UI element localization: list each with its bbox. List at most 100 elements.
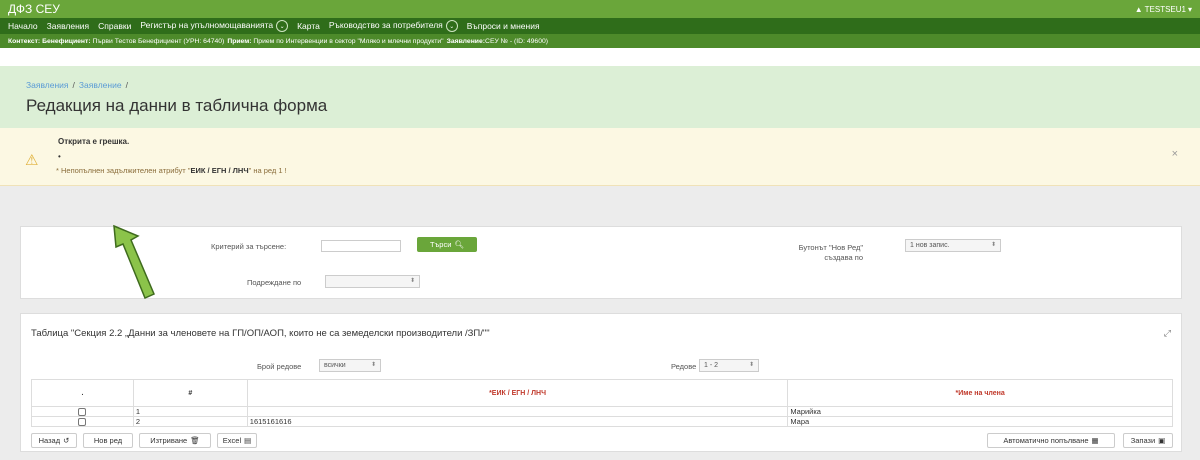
row-checkbox[interactable] bbox=[78, 418, 87, 427]
alert-bullet: • bbox=[58, 152, 61, 161]
alert-message-prefix: * Непопълнен задължителен атрибут " bbox=[56, 166, 191, 175]
nav-item-authorizations[interactable]: Регистър на упълномощаванията ⌄ bbox=[140, 19, 289, 33]
autofill-button-label: Автоматично попълване bbox=[1003, 436, 1089, 445]
beneficiary-label: Бенефициент: bbox=[42, 37, 91, 45]
delete-button[interactable]: Изтриване 🗑︎ bbox=[139, 433, 211, 448]
keyboard-icon: ▦ bbox=[1091, 436, 1099, 445]
nav-item-home[interactable]: Начало bbox=[8, 21, 38, 31]
table-header-row: . # *ЕИК / ЕГН / ЛНЧ *Име на члена bbox=[31, 379, 1173, 407]
page-header: Заявления / Заявление / Редакция на данн… bbox=[0, 66, 1200, 128]
rows-count-select[interactable]: всички ⬍ bbox=[319, 359, 381, 372]
new-row-button[interactable]: Нов ред bbox=[83, 433, 133, 448]
context-bar: Контекст: Бенефициент: Първи Тестов Бене… bbox=[0, 34, 1200, 48]
caret-icon: ⬍ bbox=[990, 242, 996, 248]
row-number: 2 bbox=[132, 416, 248, 428]
nav-item-reports[interactable]: Справки bbox=[98, 21, 131, 31]
column-select: . bbox=[31, 379, 134, 407]
row-name-cell[interactable]: Мара bbox=[787, 416, 1173, 428]
rows-count-value: всички bbox=[324, 362, 346, 369]
close-icon[interactable]: × bbox=[1172, 148, 1178, 160]
breadcrumb-separator: / bbox=[72, 80, 75, 90]
delete-button-label: Изтриване bbox=[150, 436, 188, 445]
user-name: TESTSEU1 bbox=[1144, 4, 1186, 14]
search-icon: 🔍︎ bbox=[454, 240, 464, 249]
back-button-label: Назад bbox=[38, 436, 61, 445]
row-select-cell bbox=[31, 416, 134, 428]
intake-label: Прием: bbox=[227, 37, 252, 45]
chevron-down-icon[interactable]: ⌄ bbox=[276, 20, 289, 33]
chevron-down-icon[interactable]: ⌄ bbox=[445, 20, 458, 33]
error-alert: ⚠ Открита е грешка. • * Непопълнен задъл… bbox=[0, 128, 1200, 186]
page-title: Редакция на данни в таблична форма bbox=[26, 96, 328, 115]
search-button-label: Търси bbox=[430, 240, 452, 249]
table-row: 1 Марийка bbox=[31, 405, 1173, 418]
search-input[interactable] bbox=[321, 240, 401, 252]
caret-icon: ⬍ bbox=[748, 362, 754, 368]
new-row-button-label: Нов ред bbox=[93, 436, 123, 445]
user-menu[interactable]: ▲ TESTSEU1 ▾ bbox=[1135, 5, 1192, 14]
breadcrumb-applications[interactable]: Заявления bbox=[26, 80, 69, 90]
nav-item-map[interactable]: Карта bbox=[297, 21, 320, 31]
new-row-label-line1: Бутонът "Нов Ред" bbox=[798, 243, 863, 252]
row-eik-cell[interactable]: 1615161616 bbox=[246, 416, 789, 428]
column-eik[interactable]: *ЕИК / ЕГН / ЛНЧ bbox=[246, 379, 789, 407]
save-button-label: Запази bbox=[1130, 436, 1156, 445]
autofill-button[interactable]: Автоматично попълване ▦ bbox=[987, 433, 1115, 448]
rows-range-select[interactable]: 1 - 2 ⬍ bbox=[699, 359, 759, 372]
file-icon: ▤ bbox=[244, 436, 252, 445]
rows-range-label: Редове bbox=[671, 362, 697, 371]
application-label: Заявление: bbox=[446, 37, 486, 45]
new-row-count-value: 1 нов запис. bbox=[910, 242, 950, 249]
intake-value: Прием по Интервенции в сектор "Мляко и м… bbox=[253, 37, 444, 45]
breadcrumb-application[interactable]: Заявление bbox=[79, 80, 122, 90]
column-member-name[interactable]: *Име на члена bbox=[787, 379, 1173, 407]
trash-icon: 🗑︎ bbox=[190, 436, 200, 445]
caret-icon: ⬍ bbox=[370, 362, 376, 368]
new-row-count-select[interactable]: 1 нов запис. ⬍ bbox=[905, 239, 1001, 252]
caret-icon: ⬍ bbox=[409, 278, 415, 284]
alert-title: Открита е грешка. bbox=[58, 137, 130, 146]
search-panel: Критерий за търсене: Търси 🔍︎ Подреждане… bbox=[20, 226, 1182, 299]
application-value: СЕУ № - (ID: 49600) bbox=[485, 37, 549, 45]
sort-select[interactable]: ⬍ bbox=[325, 275, 420, 288]
context-label: Контекст: bbox=[8, 37, 41, 45]
save-icon: ▣ bbox=[1158, 436, 1166, 445]
save-button[interactable]: Запази ▣ bbox=[1123, 433, 1173, 448]
table-row: 2 1615161616 Мара bbox=[31, 416, 1173, 428]
spacer bbox=[0, 48, 1200, 66]
alert-message-attribute: ЕИК / ЕГН / ЛНЧ bbox=[190, 166, 249, 175]
rows-range-value: 1 - 2 bbox=[704, 362, 719, 369]
column-number[interactable]: # bbox=[132, 379, 248, 407]
search-button[interactable]: Търси 🔍︎ bbox=[417, 237, 477, 252]
annotation-arrow bbox=[113, 224, 155, 299]
beneficiary-value: Първи Тестов Бенефициент (УРН: 64740) bbox=[92, 37, 225, 45]
alert-message: * Непопълнен задължителен атрибут "ЕИК /… bbox=[56, 166, 287, 175]
row-name-cell[interactable]: Марийка bbox=[787, 405, 1173, 418]
alert-message-suffix: " на ред 1 ! bbox=[248, 166, 287, 175]
members-table: . # *ЕИК / ЕГН / ЛНЧ *Име на члена 1 Мар… bbox=[31, 379, 1173, 428]
nav-item-authorizations-label: Регистър на упълномощаванията bbox=[140, 19, 274, 30]
excel-button-label: Excel bbox=[222, 436, 242, 445]
nav-item-questions[interactable]: Въпроси и мнения bbox=[467, 21, 540, 31]
sort-label: Подреждане по bbox=[247, 278, 302, 287]
main-nav: Начало Заявления Справки Регистър на упъ… bbox=[0, 18, 1200, 34]
row-eik-cell[interactable] bbox=[246, 405, 789, 418]
undo-icon: ↺ bbox=[63, 436, 70, 445]
row-select-cell bbox=[31, 405, 134, 418]
expand-icon[interactable]: ⤢ bbox=[1164, 328, 1171, 339]
breadcrumb: Заявления / Заявление / bbox=[26, 80, 1174, 90]
top-bar: ДФЗ СЕУ ▲ TESTSEU1 ▾ bbox=[0, 0, 1200, 18]
search-criteria-label: Критерий за търсене: bbox=[211, 242, 287, 251]
warning-icon: ⚠ bbox=[25, 152, 39, 169]
nav-item-user-guide-label: Ръководство за потребителя bbox=[328, 19, 443, 30]
row-number: 1 bbox=[132, 405, 248, 418]
row-checkbox[interactable] bbox=[78, 408, 87, 417]
table-title: Таблица "Секция 2.2 „Данни за членовете … bbox=[31, 328, 490, 339]
nav-item-user-guide[interactable]: Ръководство за потребителя ⌄ bbox=[329, 20, 458, 33]
back-button[interactable]: Назад ↺ bbox=[31, 433, 77, 448]
excel-button[interactable]: Excel ▤ bbox=[217, 433, 257, 448]
table-panel: Таблица "Секция 2.2 „Данни за членовете … bbox=[20, 313, 1182, 452]
app-title[interactable]: ДФЗ СЕУ bbox=[8, 2, 60, 16]
caret-down-icon: ▾ bbox=[1187, 4, 1192, 14]
nav-item-applications[interactable]: Заявления bbox=[47, 21, 90, 31]
